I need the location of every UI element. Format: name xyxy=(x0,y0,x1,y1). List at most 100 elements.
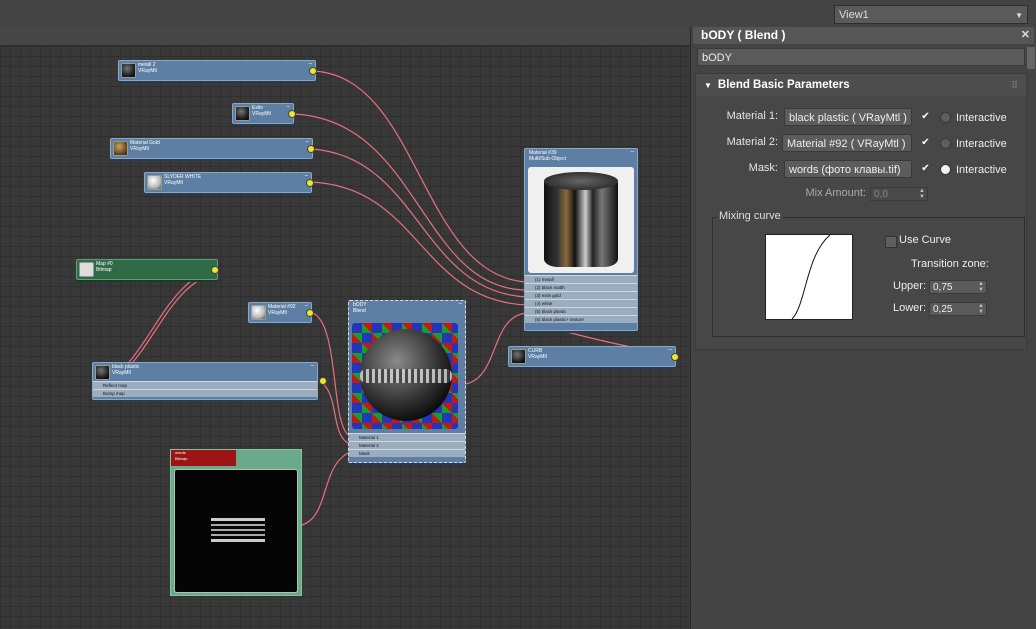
output-socket[interactable] xyxy=(319,377,327,385)
input-socket[interactable] xyxy=(671,353,679,361)
material2-interactive-label: Interactive xyxy=(956,138,1007,150)
node-type: Multi/Sub-Object xyxy=(529,156,566,162)
minimize-icon[interactable]: – xyxy=(311,363,314,369)
output-socket[interactable] xyxy=(307,145,315,153)
node-type: Bitmap xyxy=(175,456,188,461)
rollout-header[interactable]: ▼ Blend Basic Parameters ⠿ xyxy=(696,74,1026,96)
grip-icon: ⠿ xyxy=(1011,80,1018,90)
slot-id-1[interactable]: (1) metall xyxy=(525,275,637,283)
slot-material-1[interactable]: Material 1 xyxy=(349,433,465,441)
node-material-92[interactable]: Material #92 VRayMtl – xyxy=(248,302,314,323)
minimize-icon[interactable]: – xyxy=(669,347,672,353)
transition-zone-label: Transition zone: xyxy=(911,258,989,270)
panel-scrollbar[interactable] xyxy=(1027,47,1035,69)
minimize-icon[interactable]: – xyxy=(631,149,634,155)
node-multisub[interactable]: Material #39 Multi/Sub-Object – (1) meta… xyxy=(524,148,638,331)
upper-spinner[interactable]: 0,75 ▲ ▼ xyxy=(929,280,987,294)
mix-amount-value: 0,0 xyxy=(874,189,888,200)
mask-checkbox[interactable]: ✔ xyxy=(920,163,931,174)
upper-label: Upper: xyxy=(893,280,927,292)
mixing-curve-group: Mixing curve Use Curve Transition zone: … xyxy=(712,210,1025,337)
slot-mask[interactable]: Mask xyxy=(349,449,465,457)
minimize-icon[interactable]: – xyxy=(305,173,308,179)
spinner-arrows-icon[interactable]: ▲ ▼ xyxy=(978,303,984,315)
material-thumbnail xyxy=(95,365,110,380)
material1-interactive-radio[interactable] xyxy=(940,112,951,123)
node-type: Bitmap xyxy=(96,267,112,273)
node-black-plastic[interactable]: black plastic VRayMtl – Reflect map Bump… xyxy=(92,362,327,400)
wire xyxy=(291,113,528,291)
upper-value: 0,75 xyxy=(933,282,953,293)
node-slyder-white[interactable]: SLYDER WHITE VRayMtl – xyxy=(144,172,314,193)
view-selector-dropdown[interactable]: View1 ▼ xyxy=(834,5,1028,24)
mixing-curve-line xyxy=(791,234,831,320)
slot-bump-map[interactable]: Bump map xyxy=(93,389,317,397)
slot-id-6[interactable]: (6) black plastic+ texture xyxy=(525,315,637,323)
bitmap-preview-image xyxy=(211,518,265,542)
material2-interactive-radio[interactable] xyxy=(940,138,951,149)
material-thumbnail xyxy=(251,305,266,320)
node-type: VRayMtl xyxy=(112,370,131,376)
mask-interactive-label: Interactive xyxy=(956,164,1007,176)
output-socket[interactable] xyxy=(309,67,317,75)
output-socket[interactable] xyxy=(288,110,296,118)
node-metall-2[interactable]: metall 2 VRayMtl – xyxy=(118,60,317,81)
chevron-down-icon: ▼ xyxy=(1015,11,1023,20)
node-type: Blend xyxy=(353,308,366,314)
mask-interactive-radio[interactable] xyxy=(940,164,951,175)
node-type: VRayMtl xyxy=(252,111,271,117)
slot-id-4[interactable]: (4) white xyxy=(525,299,637,307)
lower-label: Lower: xyxy=(893,302,927,314)
material-thumbnail xyxy=(147,175,162,190)
spinner-arrows-icon[interactable]: ▲ ▼ xyxy=(978,281,984,293)
node-body-blend[interactable]: bODY Blend – Material 1 Material 2 Mask xyxy=(348,300,466,463)
wire xyxy=(309,181,528,306)
material-name-field[interactable]: bODY xyxy=(697,48,1025,66)
node-exits[interactable]: Exits VRayMtl – xyxy=(232,103,296,124)
slot-material-2[interactable]: Material 2 xyxy=(349,441,465,449)
slot-id-5[interactable]: (5) black plastic xyxy=(525,307,637,315)
minimize-icon[interactable]: – xyxy=(459,301,462,307)
material2-button[interactable]: Material #92 ( VRayMtl ) xyxy=(782,134,912,152)
node-header: words Bitmap xyxy=(171,450,236,466)
material-thumbnail xyxy=(235,106,250,121)
node-type: VRayMtl xyxy=(268,310,287,316)
material1-button[interactable]: black plastic ( VRayMtl ) xyxy=(784,108,912,126)
preview-cap xyxy=(544,172,618,190)
map-thumbnail xyxy=(79,262,94,277)
material1-checkbox[interactable]: ✔ xyxy=(920,111,931,122)
node-type: VRayMtl xyxy=(528,354,547,360)
mix-amount-label: Mix Amount: xyxy=(805,187,866,199)
lower-spinner[interactable]: 0,25 ▲ ▼ xyxy=(929,302,987,316)
view-tab-bar xyxy=(0,27,690,46)
node-curb[interactable]: CURB VRayMtl – xyxy=(508,346,679,367)
mask-button[interactable]: words (фото клавы.tif) xyxy=(784,160,912,178)
bitmap-preview xyxy=(174,469,298,593)
slot-id-2[interactable]: (2) black matth xyxy=(525,283,637,291)
minimize-icon[interactable]: – xyxy=(305,303,308,309)
minimize-icon[interactable]: – xyxy=(287,104,290,110)
material2-checkbox[interactable]: ✔ xyxy=(920,137,931,148)
wire xyxy=(310,148,528,298)
output-socket[interactable] xyxy=(306,179,314,187)
close-icon[interactable]: ✕ xyxy=(1021,27,1030,44)
mix-amount-spinner[interactable]: 0,0 ▲ ▼ xyxy=(870,187,928,201)
slot-id-3[interactable]: (3) exits gold xyxy=(525,291,637,299)
panel-title: bODY ( Blend ) xyxy=(701,28,786,42)
output-socket[interactable] xyxy=(306,309,314,317)
wire xyxy=(312,70,528,283)
minimize-icon[interactable]: – xyxy=(306,139,309,145)
node-material-gold[interactable]: Material Gold VRayMtl – xyxy=(110,138,315,159)
parameter-panel: bODY ( Blend ) ✕ bODY ▼ Blend Basic Param… xyxy=(690,27,1036,629)
lower-value: 0,25 xyxy=(933,304,953,315)
preview-band xyxy=(360,369,452,383)
material-thumbnail xyxy=(113,141,128,156)
slot-reflect-map[interactable]: Reflect map xyxy=(93,381,317,389)
collapse-triangle-icon: ▼ xyxy=(704,81,712,90)
spinner-arrows-icon[interactable]: ▲ ▼ xyxy=(919,188,925,200)
node-editor-canvas[interactable]: metall 2 VRayMtl – Exits VRayMtl – Mater… xyxy=(0,46,689,629)
use-curve-checkbox[interactable] xyxy=(885,236,897,248)
node-map-0[interactable]: Map #0 Bitmap xyxy=(76,259,219,280)
node-words-bitmap[interactable]: words Bitmap xyxy=(170,449,302,596)
output-socket[interactable] xyxy=(211,266,219,274)
